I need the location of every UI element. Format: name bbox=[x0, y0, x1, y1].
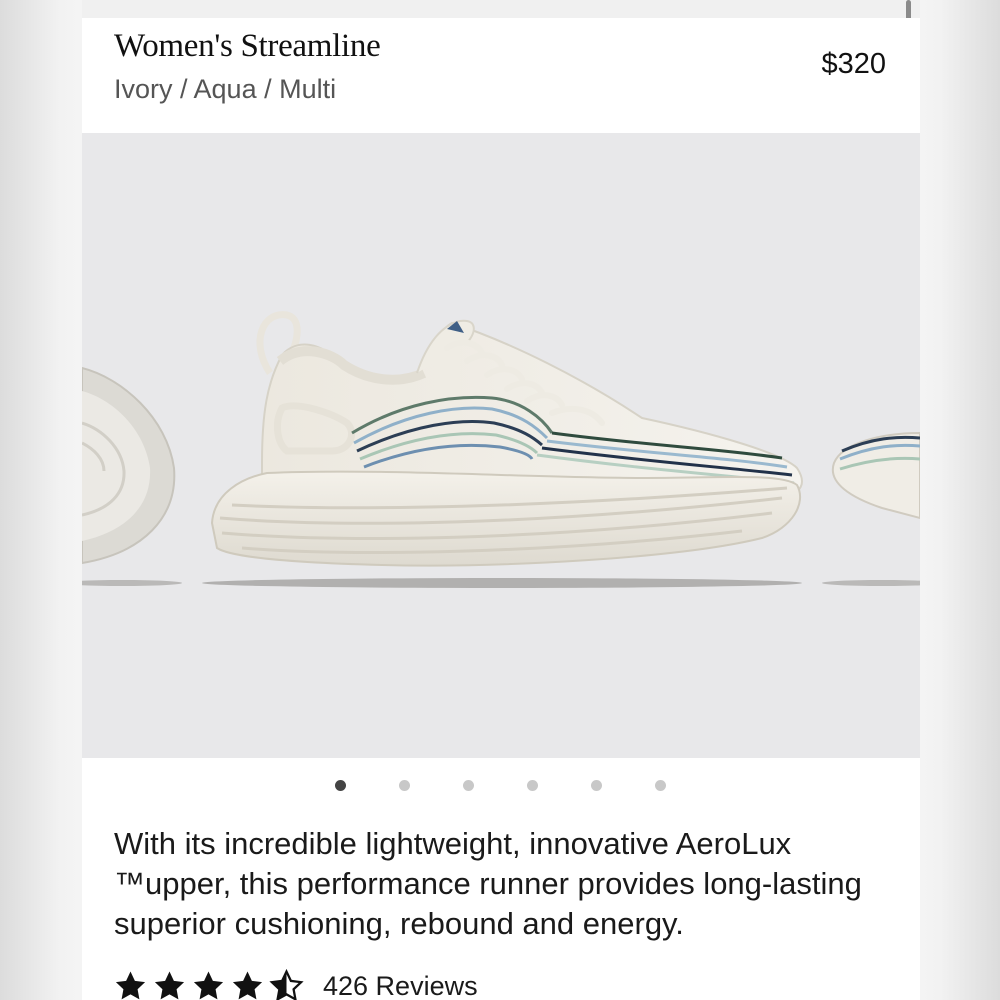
carousel-dot-1[interactable] bbox=[335, 780, 346, 791]
reviews-count-link[interactable]: 426 Reviews bbox=[323, 971, 478, 1000]
product-card: Women's Streamline Ivory / Aqua / Multi … bbox=[82, 18, 920, 1000]
carousel-dots bbox=[82, 780, 920, 794]
carousel-dot-3[interactable] bbox=[463, 780, 474, 791]
top-strip bbox=[82, 0, 920, 18]
star-full-icon bbox=[193, 971, 224, 1000]
product-image-carousel[interactable] bbox=[82, 133, 920, 758]
rating-summary[interactable]: 426 Reviews bbox=[112, 966, 478, 1000]
star-half-icon bbox=[269, 969, 304, 1000]
star-full-icon bbox=[115, 971, 146, 1000]
product-price: $320 bbox=[821, 48, 886, 80]
star-full-icon bbox=[154, 971, 185, 1000]
star-rating bbox=[112, 969, 307, 1000]
carousel-dot-2[interactable] bbox=[399, 780, 410, 791]
product-colorway: Ivory / Aqua / Multi bbox=[114, 74, 337, 104]
star-full-icon bbox=[232, 971, 263, 1000]
carousel-dot-4[interactable] bbox=[527, 780, 538, 791]
product-title: Women's Streamline bbox=[114, 28, 381, 64]
main-shoe bbox=[202, 311, 803, 588]
product-header: Women's Streamline Ivory / Aqua / Multi … bbox=[82, 18, 920, 133]
product-description: With its incredible lightweight, innovat… bbox=[114, 826, 862, 941]
carousel-dot-5[interactable] bbox=[591, 780, 602, 791]
carousel-dot-6[interactable] bbox=[655, 780, 666, 791]
next-shoe-partial bbox=[822, 431, 920, 586]
prev-shoe-partial bbox=[82, 366, 182, 586]
sneaker-image bbox=[82, 311, 920, 588]
